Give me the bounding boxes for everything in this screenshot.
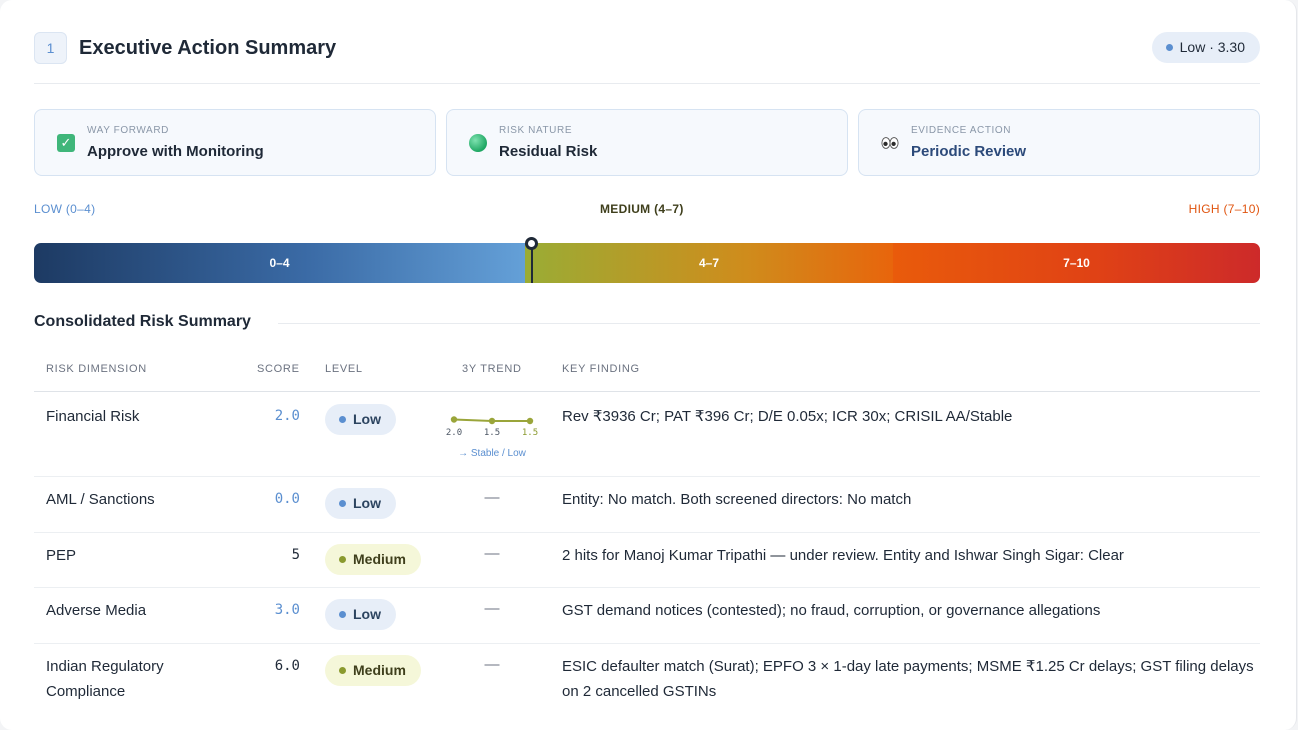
risk-nature-value: Residual Risk: [499, 143, 598, 160]
level-dot-icon: [339, 611, 346, 618]
trend-point: [488, 417, 496, 425]
level-text: Low: [353, 495, 381, 511]
trend-empty: —: [484, 656, 500, 673]
risk-score: 3.0: [274, 602, 300, 618]
overall-score-badge: Low · 3.30: [1151, 32, 1260, 63]
key-finding: 2 hits for Manoj Kumar Tripathi — under …: [562, 547, 1124, 564]
risk-level: Low: [325, 488, 396, 519]
check-icon: ✓: [57, 134, 75, 152]
level-dot-icon: [339, 556, 346, 563]
level-badge: Medium: [325, 544, 421, 575]
executive-summary-card: 1 Executive Action Summary Low · 3.30 ✓ …: [0, 0, 1297, 730]
scale-high-label: HIGH (7–10): [1188, 202, 1260, 216]
risk-nature-box: RISK NATURE Residual Risk: [446, 109, 848, 176]
table-header: RISK DIMENSION SCORE LEVEL 3Y TREND KEY …: [34, 362, 1260, 392]
scale-segment-low: 0–4: [34, 243, 525, 283]
key-finding: Rev ₹3936 Cr; PAT ₹396 Cr; D/E 0.05x; IC…: [562, 408, 1013, 425]
way-forward-box: ✓ WAY FORWARD Approve with Monitoring: [34, 109, 436, 176]
header-divider: [34, 83, 1260, 84]
section-number-badge: 1: [34, 32, 67, 64]
col-key-finding: KEY FINDING: [562, 363, 640, 375]
risk-level: Medium: [325, 544, 421, 575]
col-3y-trend: 3Y TREND: [462, 363, 522, 375]
level-dot-icon: [339, 667, 346, 674]
trend-empty: —: [484, 489, 500, 506]
trend-point: [526, 417, 534, 425]
risk-level: Low: [325, 404, 396, 435]
eyes-icon: [881, 137, 899, 149]
trend-empty: —: [484, 545, 500, 562]
action-boxes: ✓ WAY FORWARD Approve with Monitoring RI…: [34, 109, 1260, 176]
risk-score: 2.0: [274, 408, 300, 424]
key-finding: GST demand notices (contested); no fraud…: [562, 602, 1101, 619]
scale-medium-label: MEDIUM (4–7): [600, 202, 684, 216]
scale-low-label: LOW (0–4): [34, 202, 96, 216]
table-row: AML / Sanctions 0.0 Low — Entity: No mat…: [34, 477, 1260, 533]
level-badge: Low: [325, 488, 396, 519]
key-finding: Entity: No match. Both screened director…: [562, 491, 912, 508]
level-badge: Low: [325, 599, 396, 630]
level-text: Medium: [353, 662, 406, 678]
risk-score: 6.0: [274, 658, 300, 674]
risk-dimension: AML / Sanctions: [46, 491, 155, 508]
level-text: Low: [353, 606, 381, 622]
trend-point-label: 2.0: [446, 428, 462, 438]
trend-point-label: 1.5: [484, 428, 500, 438]
trend-point: [450, 416, 458, 423]
level-dot-icon: [339, 500, 346, 507]
green-ball-icon: [469, 134, 487, 152]
evidence-action-box: EVIDENCE ACTION Periodic Review: [858, 109, 1260, 176]
col-level: LEVEL: [325, 363, 363, 375]
risk-level: Low: [325, 599, 396, 630]
marker-knob-icon: [524, 237, 538, 250]
table-row: Adverse Media 3.0 Low — GST demand notic…: [34, 588, 1260, 644]
risk-score: 5: [291, 547, 300, 563]
scale-segment-medium: 4–7: [525, 243, 893, 283]
risk-scale-labels: LOW (0–4) MEDIUM (4–7) HIGH (7–10): [34, 202, 1260, 218]
risk-dimension: Adverse Media: [46, 602, 147, 619]
risk-nature-label: RISK NATURE: [499, 125, 573, 136]
status-dot-icon: [1165, 44, 1173, 51]
key-finding: ESIC defaulter match (Surat); EPFO 3 × 1…: [562, 658, 1254, 700]
section-header: 1 Executive Action Summary Low · 3.30: [34, 32, 1260, 64]
risk-score-marker: [524, 237, 538, 284]
risk-dimension: PEP: [46, 547, 77, 564]
level-dot-icon: [339, 416, 346, 423]
evidence-action-value: Periodic Review: [911, 143, 1027, 160]
trend-empty: —: [484, 600, 500, 617]
way-forward-value: Approve with Monitoring: [87, 143, 264, 160]
level-text: Medium: [353, 551, 406, 567]
overall-score-text: Low · 3.30: [1179, 39, 1245, 55]
trend-point-label: 1.5: [522, 428, 538, 438]
scale-segment-high: 7–10: [893, 243, 1260, 283]
level-badge: Low: [325, 404, 396, 435]
risk-score: 0.0: [274, 491, 300, 507]
section-title: Executive Action Summary: [79, 37, 337, 59]
risk-dimension: Financial Risk: [46, 408, 140, 425]
table-row: PEP 5 Medium — 2 hits for Manoj Kumar Tr…: [34, 533, 1260, 588]
trend-note: → Stable / Low: [458, 448, 526, 459]
evidence-action-label: EVIDENCE ACTION: [911, 125, 1012, 136]
table-row: Indian Regulatory Compliance 6.0 Medium …: [34, 644, 1260, 712]
consolidated-summary-title: Consolidated Risk Summary: [34, 313, 251, 330]
table-row: Financial Risk 2.0 Low 2.0 1.5 1.5 → Stabl…: [34, 392, 1260, 477]
level-text: Low: [353, 411, 381, 427]
risk-dimension: Indian Regulatory Compliance: [46, 658, 164, 700]
col-risk-dimension: RISK DIMENSION: [46, 363, 147, 375]
level-badge: Medium: [325, 655, 421, 686]
col-score: SCORE: [257, 363, 300, 375]
risk-scale-bar: 0–4 4–7 7–10: [34, 243, 1260, 283]
risk-level: Medium: [325, 655, 421, 686]
financial-trend-sparkline: 2.0 1.5 1.5: [446, 416, 538, 438]
section-divider: [278, 323, 1260, 324]
way-forward-label: WAY FORWARD: [87, 125, 169, 136]
